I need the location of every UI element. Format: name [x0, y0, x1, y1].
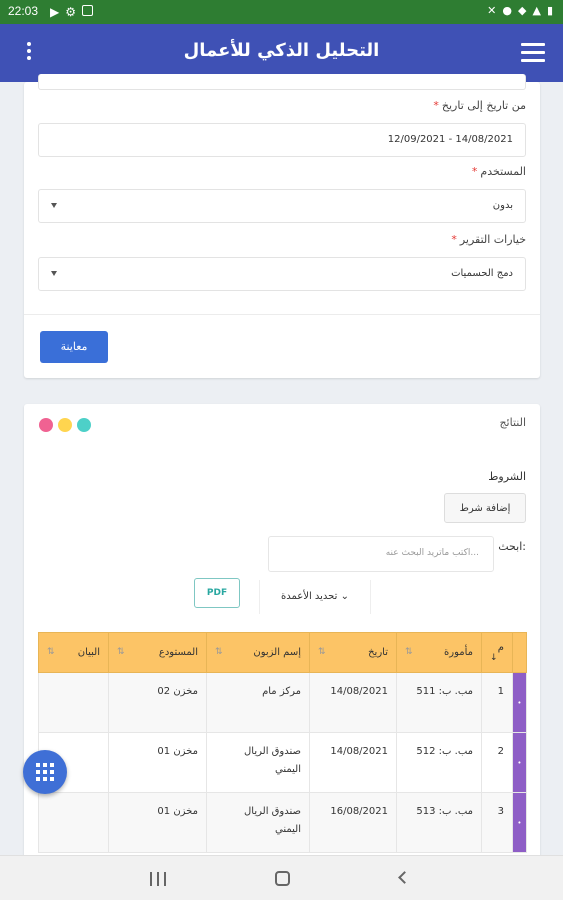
date-range-value: 12/09/2021 - 14/08/2021: [387, 134, 513, 145]
system-navigation-bar: [0, 855, 563, 900]
wifi-icon: ◆: [518, 4, 527, 17]
location-icon: ●: [502, 4, 512, 17]
add-condition-button[interactable]: إضافة شرط: [444, 493, 526, 523]
row-expand-handle[interactable]: •: [512, 732, 527, 793]
pdf-export-button[interactable]: PDF: [194, 578, 240, 608]
cell-doc: مب. ب: 513: [396, 792, 482, 853]
column-header-index[interactable]: م ↓: [481, 632, 513, 673]
preview-button[interactable]: معاينة: [40, 331, 108, 363]
cell-warehouse: مخزن 02: [108, 672, 207, 733]
row-expand-handle[interactable]: •: [512, 672, 527, 733]
column-header-warehouse[interactable]: المستودع ⇅: [108, 632, 207, 673]
conditions-label: الشروط: [488, 470, 526, 483]
dot-yellow[interactable]: [58, 418, 72, 432]
chevron-down-icon: [51, 271, 57, 276]
previous-field[interactable]: [38, 74, 526, 90]
column-header-date[interactable]: تاريخ ⇅: [309, 632, 397, 673]
signal-icon: ▲: [532, 4, 541, 17]
cell-customer: صندوق الريال اليمني: [206, 792, 310, 853]
play-icon: ▶: [50, 5, 60, 19]
report-options-value: دمج الحسميات: [451, 268, 513, 279]
cell-note: [38, 792, 109, 853]
search-placeholder: اكتب ماتريد البحث عنه...: [385, 548, 479, 558]
cell-customer: مركز مام: [206, 672, 310, 733]
date-range-input[interactable]: 12/09/2021 - 14/08/2021: [38, 123, 526, 157]
dot-teal[interactable]: [77, 418, 91, 432]
apps-grid-button[interactable]: [23, 750, 67, 794]
user-select-value: بدون: [492, 200, 513, 211]
back-icon[interactable]: [398, 871, 411, 884]
window-dots: [39, 418, 91, 432]
cell-warehouse: مخزن 01: [108, 732, 207, 793]
filters-card: من تاريخ إلى تاريخ* 12/09/2021 - 14/08/2…: [24, 74, 540, 378]
page-title: التحليل الذكي للأعمال: [183, 40, 380, 61]
column-header-customer[interactable]: إسم الزبون ⇅: [206, 632, 310, 673]
hamburger-menu-icon[interactable]: [521, 43, 545, 63]
table-header-row: م ↓ مأمورة ⇅ تاريخ ⇅ إسم الزبون ⇅ المستودع ⇅ …: [38, 632, 527, 673]
report-options-label: خيارات التقرير*: [451, 233, 526, 246]
table-row[interactable]: • 2 مب. ب: 512 14/08/2021 صندوق الريال ا…: [38, 732, 527, 793]
mute-icon: ✕: [487, 4, 497, 17]
settings-icon: ⚙: [65, 5, 76, 19]
cell-index: 1: [481, 672, 513, 733]
cell-doc: مب. ب: 512: [396, 732, 482, 793]
app-icon: [82, 5, 93, 16]
cell-note: [38, 672, 109, 733]
cell-warehouse: مخزن 01: [108, 792, 207, 853]
row-expand-handle[interactable]: •: [512, 792, 527, 853]
status-system-icons: ✕ ● ◆ ▲ ▮: [487, 4, 553, 17]
status-notification-icons: ▶ ⚙: [50, 5, 93, 19]
column-header-note[interactable]: البيان ⇅: [38, 632, 109, 673]
search-input[interactable]: اكتب ماتريد البحث عنه...: [268, 536, 494, 572]
results-table: م ↓ مأمورة ⇅ تاريخ ⇅ إسم الزبون ⇅ المستودع ⇅ …: [38, 632, 527, 853]
cell-date: 14/08/2021: [309, 672, 397, 733]
divider: [24, 314, 540, 315]
grid-icon: [36, 763, 54, 781]
battery-icon: ▮: [546, 4, 553, 17]
cell-index: 3: [481, 792, 513, 853]
cell-customer: صندوق الريال اليمني: [206, 732, 310, 793]
chevron-down-icon: [51, 203, 57, 208]
status-bar: 22:03 ▶ ⚙ ✕ ● ◆ ▲ ▮: [0, 0, 563, 24]
date-range-label: من تاريخ إلى تاريخ*: [433, 99, 526, 112]
results-title: النتائج: [499, 416, 526, 429]
status-time: 22:03: [8, 4, 39, 18]
table-row[interactable]: • 1 مب. ب: 511 14/08/2021 مركز مام مخزن …: [38, 672, 527, 733]
column-header-doc[interactable]: مأمورة ⇅: [396, 632, 482, 673]
cell-date: 14/08/2021: [309, 732, 397, 793]
report-options-select[interactable]: دمج الحسميات: [38, 257, 526, 291]
user-label: المستخدم*: [471, 165, 526, 178]
results-card: النتائج الشروط إضافة شرط ابحث: اكتب ماتر…: [24, 404, 540, 874]
user-select[interactable]: بدون: [38, 189, 526, 223]
cell-index: 2: [481, 732, 513, 793]
search-label: ابحث:: [498, 540, 526, 553]
cell-date: 16/08/2021: [309, 792, 397, 853]
recent-apps-icon[interactable]: [150, 872, 166, 886]
column-header-handle: [512, 632, 527, 673]
home-icon[interactable]: [275, 871, 290, 886]
table-row[interactable]: • 3 مب. ب: 513 16/08/2021 صندوق الريال ا…: [38, 792, 527, 853]
cell-doc: مب. ب: 511: [396, 672, 482, 733]
dot-pink[interactable]: [39, 418, 53, 432]
select-columns-button[interactable]: تحديد الأعمدة ⌄: [259, 580, 371, 614]
